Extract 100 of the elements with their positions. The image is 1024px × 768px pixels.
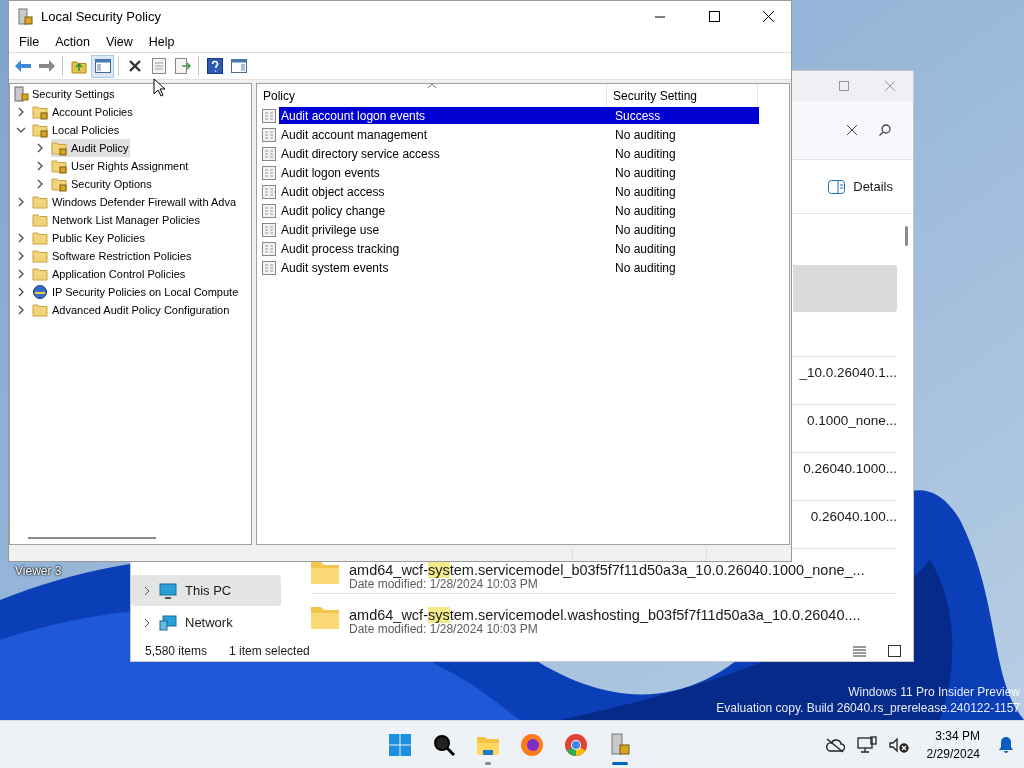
- tree-item[interactable]: Application Control Policies: [32, 265, 188, 283]
- tree-item[interactable]: IP Security Policies on Local Compute: [32, 283, 241, 301]
- server-lock-icon: [17, 7, 33, 26]
- chevron-right-icon: [143, 585, 151, 596]
- policy-icon: [262, 127, 276, 142]
- action-pane-icon: [230, 59, 247, 73]
- tree-item[interactable]: Audit Policy: [51, 139, 131, 157]
- tree-item[interactable]: Local Policies: [32, 121, 122, 139]
- tree-item[interactable]: Advanced Audit Policy Configuration: [32, 301, 232, 319]
- menu-item[interactable]: Action: [47, 32, 98, 52]
- policy-row[interactable]: Audit process tracking No auditing: [279, 240, 759, 257]
- tree-item[interactable]: Windows Defender Firewall with Adva: [32, 193, 239, 211]
- sort-caret-icon: [427, 83, 437, 89]
- tree-item[interactable]: Security Settings: [13, 85, 117, 103]
- policy-icon: [262, 108, 276, 123]
- file-row[interactable]: 0.26040.1000...: [793, 453, 897, 500]
- window-title: Local Security Policy: [41, 9, 162, 24]
- network-shield-icon: [32, 284, 49, 300]
- policy-row[interactable]: Audit directory service access No auditing: [279, 145, 759, 162]
- help-icon: [206, 58, 223, 74]
- folder-icon: [32, 248, 49, 264]
- details-button[interactable]: Details: [822, 178, 899, 195]
- properties-icon: [151, 58, 166, 74]
- details-view-icon: [853, 645, 866, 657]
- file-row[interactable]: 0.26040.100...: [793, 501, 897, 548]
- tree-item[interactable]: Software Restriction Policies: [32, 247, 194, 265]
- policy-row[interactable]: Audit privilege use No auditing: [279, 221, 759, 238]
- column-header[interactable]: Security Setting: [607, 84, 758, 106]
- close-icon: [762, 11, 774, 22]
- back-arrow-icon: [13, 59, 32, 73]
- folder-icon: [311, 607, 339, 629]
- item-count: 5,580 items: [145, 644, 208, 658]
- locked-folder-icon: [51, 140, 68, 156]
- tree-item[interactable]: Account Policies: [32, 103, 135, 121]
- locked-folder-icon: [32, 122, 49, 138]
- network-monitor-icon: [159, 614, 177, 631]
- search-icon: [879, 124, 891, 136]
- search-icon: [433, 734, 455, 756]
- folder-icon: [32, 266, 49, 282]
- policy-row[interactable]: Audit policy change No auditing: [279, 202, 759, 219]
- scrollbar-thumb[interactable]: [28, 537, 156, 539]
- menu-item[interactable]: File: [11, 32, 48, 52]
- fox-globe-icon: [520, 733, 544, 757]
- network-monitor-icon: [856, 736, 877, 754]
- maximize-icon: [708, 11, 720, 22]
- folder-icon: [32, 302, 49, 318]
- column-header[interactable]: Policy: [257, 84, 607, 106]
- tricolor-circle-icon: [564, 733, 588, 757]
- locked-folder-icon: [32, 104, 49, 120]
- bell-icon: [998, 736, 1014, 754]
- tree-pane-icon: [94, 59, 111, 73]
- scrollbar-thumb[interactable]: [905, 226, 908, 246]
- menu-item[interactable]: View: [97, 32, 141, 52]
- policy-icon: [262, 165, 276, 180]
- export-list-icon: [174, 58, 191, 74]
- folder-icon: [32, 194, 49, 210]
- policy-icon: [262, 203, 276, 218]
- policy-icon: [262, 184, 276, 199]
- policy-icon: [262, 146, 276, 161]
- file-name: amd64_wcf-system.servicemodel.washosting_b03f5f7f11d50a3a_10.0.26040....: [349, 607, 861, 623]
- file-row[interactable]: amd64_wcf-system.servicemodel.washosting_b03f5f7f11d50a3a_10.0.26040.... Date modified: 1/28/2024 10:03 PM: [311, 607, 897, 638]
- policy-row[interactable]: Audit logon events No auditing: [279, 164, 759, 181]
- menu-item[interactable]: Help: [140, 32, 183, 52]
- start-logo-icon: [389, 734, 411, 756]
- selection-count: 1 item selected: [229, 644, 310, 658]
- tree-item[interactable]: User Rights Assignment: [51, 157, 191, 175]
- cloud-off-icon: [824, 737, 845, 753]
- policy-row[interactable]: Audit system events No auditing: [279, 259, 759, 276]
- chevron-right-icon: [16, 107, 26, 117]
- tiles-view-icon: [888, 645, 901, 657]
- clock[interactable]: 3:34 PM 2/29/2024: [926, 727, 980, 763]
- nav-item[interactable]: Network: [131, 607, 281, 638]
- delete-x-icon: [127, 59, 142, 73]
- file-row[interactable]: amd64_wcf-system.servicemodel_b03f5f7f11d50a3a_10.0.26040.1000_none_... Date modified: 1/28/2024 10:03 PM: [311, 562, 897, 593]
- tree-item[interactable]: Security Options: [51, 175, 154, 193]
- policy-icon: [262, 260, 276, 275]
- locked-folder-icon: [51, 176, 68, 192]
- forward-arrow-icon: [37, 59, 56, 73]
- folder-icon: [32, 230, 49, 246]
- folder-icon: [32, 212, 49, 228]
- file-row[interactable]: 0.1000_none...: [793, 405, 897, 452]
- policy-icon: [262, 241, 276, 256]
- close-icon: [885, 81, 895, 91]
- server-lock-icon: [609, 733, 631, 757]
- chevron-down-icon: [16, 125, 26, 135]
- date-modified: Date modified: 1/28/2024 10:03 PM: [349, 578, 538, 591]
- policy-row[interactable]: Audit account logon events Success: [279, 107, 759, 124]
- tree-item[interactable]: Network List Manager Policies: [32, 211, 202, 229]
- monitor-icon: [159, 582, 177, 599]
- file-row[interactable]: _10.0.26040.1...: [793, 357, 897, 404]
- maximize-icon: [839, 81, 849, 91]
- toolbar-button[interactable]: [91, 54, 114, 78]
- folder-up-icon: [70, 58, 87, 74]
- tree-item[interactable]: Public Key Policies: [32, 229, 147, 247]
- chevron-right-icon: [143, 617, 151, 628]
- policy-row[interactable]: Audit object access No auditing: [279, 183, 759, 200]
- policy-row[interactable]: Audit account management No auditing: [279, 126, 759, 143]
- folder-icon: [311, 562, 339, 584]
- nav-item[interactable]: This PC: [131, 575, 281, 606]
- details-pane-icon: [828, 179, 846, 194]
